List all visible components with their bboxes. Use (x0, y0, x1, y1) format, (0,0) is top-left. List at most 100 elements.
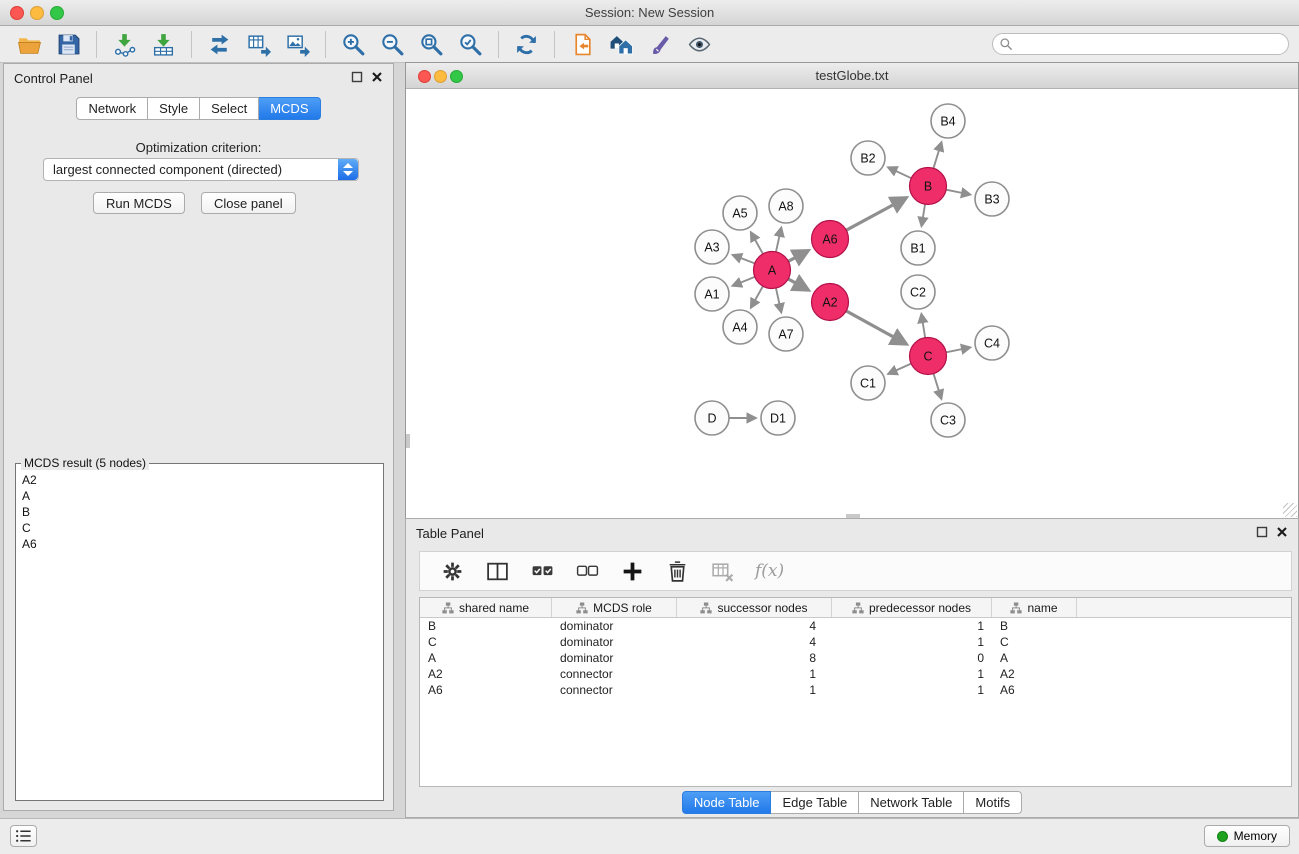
node-A8[interactable]: A8 (769, 189, 803, 223)
table-tab-edge-table[interactable]: Edge Table (771, 791, 859, 814)
table-row[interactable]: Adominator80A (420, 650, 1291, 666)
network-canvas[interactable]: AA6A2BCA5A8A3A1A4A7B4B2B3B1C2C4C1C3DD1 (406, 89, 1298, 518)
delete-rows-icon[interactable] (664, 558, 691, 585)
edge-C-C4[interactable] (946, 347, 970, 352)
select-all-rows-icon[interactable] (529, 558, 556, 585)
zoom-selected-icon[interactable] (457, 31, 484, 58)
edge-A-A8[interactable] (776, 227, 781, 251)
table-row[interactable]: A2connector11A2 (420, 666, 1291, 682)
export-image-icon[interactable] (284, 31, 311, 58)
import-network-from-file-icon[interactable] (111, 31, 138, 58)
node-D1[interactable]: D1 (761, 401, 795, 435)
minimize-window-button[interactable] (30, 6, 44, 20)
edge-B-B3[interactable] (946, 190, 970, 195)
vertical-scroll-nub[interactable] (406, 434, 410, 448)
node-A2[interactable]: A2 (812, 284, 849, 321)
export-network-icon[interactable] (206, 31, 233, 58)
column-header-shared-name[interactable]: shared name (420, 598, 552, 617)
delete-table-icon[interactable] (709, 558, 736, 585)
zoom-window-button[interactable] (50, 6, 64, 20)
mcds-result-item[interactable]: A (16, 488, 383, 504)
close-panel-button[interactable]: Close panel (201, 192, 296, 214)
column-header-name[interactable]: name (992, 598, 1077, 617)
export-table-icon[interactable] (245, 31, 272, 58)
mcds-result-item[interactable]: C (16, 520, 383, 536)
edge-C-C1[interactable] (888, 364, 911, 374)
column-header-mcds-role[interactable]: MCDS role (552, 598, 677, 617)
refresh-layout-icon[interactable] (513, 31, 540, 58)
node-C4[interactable]: C4 (975, 326, 1009, 360)
edge-C-C3[interactable] (934, 374, 942, 399)
insert-column-icon[interactable] (484, 558, 511, 585)
table-tab-network-table[interactable]: Network Table (859, 791, 964, 814)
column-header-predecessor-nodes[interactable]: predecessor nodes (832, 598, 992, 617)
zoom-fit-icon[interactable] (418, 31, 445, 58)
edge-A2-C[interactable] (846, 311, 906, 344)
edge-A6-B[interactable] (846, 198, 906, 231)
edge-A-A1[interactable] (732, 277, 754, 286)
control-tab-style[interactable]: Style (148, 97, 200, 120)
node-A7[interactable]: A7 (769, 317, 803, 351)
table-settings-icon[interactable] (439, 558, 466, 585)
close-panel-icon[interactable] (371, 71, 383, 83)
network-close-button[interactable] (418, 70, 431, 83)
edge-C-C2[interactable] (921, 314, 925, 338)
resize-grip[interactable] (1283, 503, 1297, 517)
node-A6[interactable]: A6 (812, 221, 849, 258)
memory-button[interactable]: Memory (1204, 825, 1290, 847)
node-A[interactable]: A (754, 252, 791, 289)
edge-B-B2[interactable] (888, 167, 911, 178)
mcds-result-item[interactable]: A6 (16, 536, 383, 552)
float-panel-icon[interactable] (351, 71, 363, 83)
table-tab-node-table[interactable]: Node Table (682, 791, 772, 814)
edge-A-A7[interactable] (776, 288, 781, 312)
edge-A-A5[interactable] (751, 232, 763, 254)
mcds-result-item[interactable]: B (16, 504, 383, 520)
table-float-panel-icon[interactable] (1256, 526, 1268, 538)
save-session-icon[interactable] (55, 31, 82, 58)
node-B2[interactable]: B2 (851, 141, 885, 175)
control-tab-network[interactable]: Network (76, 97, 148, 120)
table-row[interactable]: A6connector11A6 (420, 682, 1291, 698)
task-history-icon[interactable] (10, 825, 37, 847)
optimization-criterion-select[interactable]: largest connected component (directed) (43, 158, 359, 181)
network-zoom-button[interactable] (450, 70, 463, 83)
column-header-successor-nodes[interactable]: successor nodes (677, 598, 832, 617)
close-window-button[interactable] (10, 6, 24, 20)
node-C2[interactable]: C2 (901, 275, 935, 309)
mcds-result-item[interactable]: A2 (16, 472, 383, 488)
node-B3[interactable]: B3 (975, 182, 1009, 216)
control-tab-mcds[interactable]: MCDS (259, 97, 320, 120)
edge-B-B4[interactable] (933, 142, 941, 168)
node-D[interactable]: D (695, 401, 729, 435)
zoom-out-icon[interactable] (379, 31, 406, 58)
open-session-icon[interactable] (16, 31, 43, 58)
node-A4[interactable]: A4 (723, 310, 757, 344)
node-A3[interactable]: A3 (695, 230, 729, 264)
toggle-visibility-icon[interactable] (686, 31, 713, 58)
add-row-icon[interactable] (619, 558, 646, 585)
node-B[interactable]: B (910, 168, 947, 205)
edge-A-A2[interactable] (788, 279, 808, 290)
run-mcds-button[interactable]: Run MCDS (93, 192, 185, 214)
table-row[interactable]: Bdominator41B (420, 618, 1291, 634)
edge-B-B1[interactable] (922, 204, 926, 226)
node-A1[interactable]: A1 (695, 277, 729, 311)
network-minimize-button[interactable] (434, 70, 447, 83)
node-C1[interactable]: C1 (851, 366, 885, 400)
edge-A-A3[interactable] (733, 255, 755, 264)
import-table-from-file-icon[interactable] (150, 31, 177, 58)
node-B1[interactable]: B1 (901, 231, 935, 265)
table-close-panel-icon[interactable] (1276, 526, 1288, 538)
new-network-from-selection-icon[interactable] (569, 31, 596, 58)
function-builder-icon[interactable]: f(x) (754, 570, 785, 573)
node-C3[interactable]: C3 (931, 403, 965, 437)
show-graphics-details-icon[interactable] (647, 31, 674, 58)
node-B4[interactable]: B4 (931, 104, 965, 138)
node-A5[interactable]: A5 (723, 196, 757, 230)
table-tab-motifs[interactable]: Motifs (964, 791, 1022, 814)
table-row[interactable]: Cdominator41C (420, 634, 1291, 650)
control-tab-select[interactable]: Select (200, 97, 259, 120)
zoom-in-icon[interactable] (340, 31, 367, 58)
search-input[interactable] (992, 33, 1289, 55)
